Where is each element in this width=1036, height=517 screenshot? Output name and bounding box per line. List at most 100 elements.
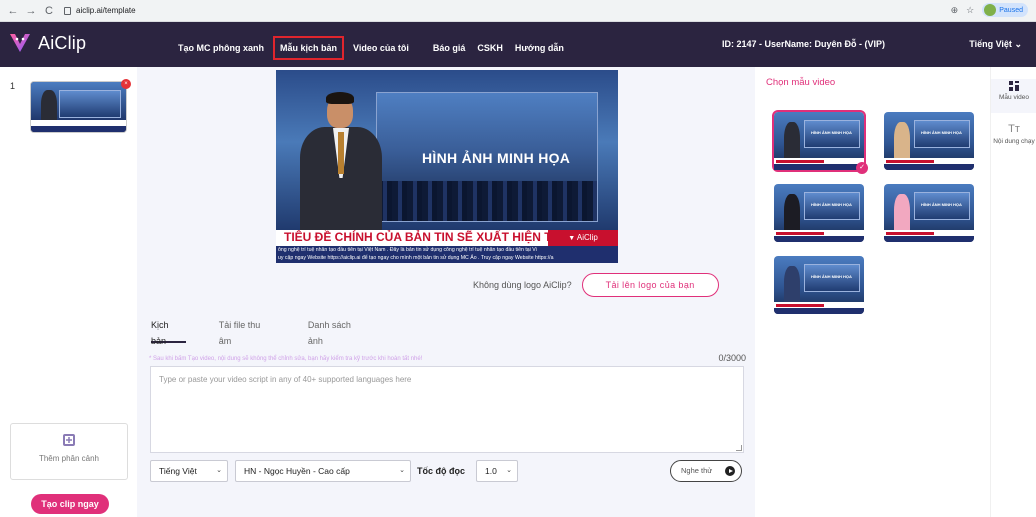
nav-bao-gia[interactable]: Báo giá bbox=[433, 43, 466, 53]
preview-brand: ▼ AiClip bbox=[548, 230, 618, 246]
chevron-down-icon: ⌄ bbox=[506, 467, 512, 474]
chevron-down-icon: ⌄ bbox=[216, 467, 222, 474]
template-thumbnail[interactable]: HÌNH ẢNH MINH HỌA bbox=[884, 184, 974, 242]
template-inset: HÌNH ẢNH MINH HỌA bbox=[914, 120, 970, 148]
forward-arrow-icon[interactable]: → bbox=[22, 5, 40, 17]
url-text: aiclip.ai/template bbox=[76, 6, 136, 15]
language-switcher[interactable]: Tiếng Việt ⌄ bbox=[969, 39, 1022, 50]
nav-mau-kich-ban[interactable]: Mẫu kịch bản bbox=[273, 36, 345, 60]
speed-label: Tốc độ đọc bbox=[417, 466, 465, 476]
template-presenter bbox=[894, 194, 910, 234]
preview-title: TIÊU ĐỀ CHÍNH CỦA BẢN TIN SẼ XUẤT HIỆN T… bbox=[284, 230, 593, 244]
preview-ticker: ông nghệ trí tuệ nhân tạo đầu tiên tại V… bbox=[276, 246, 618, 263]
rail-item-noi-dung-chay[interactable]: Tт Nội dung chạy bbox=[991, 121, 1036, 161]
voice-select[interactable]: HN - Ngọc Huyền - Cao cấp ⌄ bbox=[235, 460, 411, 482]
nav-tao-mc[interactable]: Tạo MC phông xanh bbox=[178, 43, 264, 53]
profile-button[interactable]: Paused bbox=[982, 3, 1028, 17]
address-bar[interactable]: aiclip.ai/template bbox=[64, 6, 136, 15]
chevron-down-icon: ⌄ bbox=[399, 467, 405, 474]
thumbnail-ticker bbox=[31, 126, 126, 132]
language-select[interactable]: Tiếng Việt ⌄ bbox=[150, 460, 228, 482]
speed-select-value: 1.0 bbox=[485, 466, 497, 476]
video-preview: HÌNH ẢNH MINH HỌA TIÊU ĐỀ CHÍNH CỦA BẢN … bbox=[276, 70, 618, 263]
template-presenter bbox=[784, 122, 800, 162]
tab-kich-ban[interactable]: Kịch bản bbox=[151, 317, 186, 346]
character-counter: 0/3000 bbox=[718, 353, 746, 363]
logo[interactable]: AiClip bbox=[8, 31, 86, 55]
presenter-tie bbox=[338, 132, 344, 174]
upload-logo-button[interactable]: Tải lên logo của bạn bbox=[581, 273, 719, 297]
rail-item-label: Mẫu video bbox=[999, 94, 1029, 101]
template-thumbnail[interactable]: HÌNH ẢNH MINH HỌA bbox=[774, 184, 864, 242]
reload-icon[interactable]: C bbox=[40, 5, 58, 17]
language-label: Tiếng Việt bbox=[969, 39, 1012, 49]
template-presenter bbox=[784, 266, 800, 306]
script-tabs: Kịch bản Tải file thu âm Danh sách ảnh bbox=[151, 317, 401, 346]
ticker-line-2: uy cập ngay Website https://aiclip.ai để… bbox=[278, 255, 554, 261]
voice-select-value: HN - Ngọc Huyền - Cao cấp bbox=[244, 466, 350, 476]
listen-button[interactable]: Nghe thử bbox=[670, 460, 742, 482]
template-presenter bbox=[894, 122, 910, 162]
side-rail: Mẫu video Tт Nội dung chạy bbox=[990, 67, 1036, 517]
template-thumbnail[interactable]: HÌNH ẢNH MINH HỌA bbox=[884, 112, 974, 170]
template-ticker bbox=[774, 236, 864, 242]
template-inset: HÌNH ẢNH MINH HỌA bbox=[804, 120, 860, 148]
voice-controls: Tiếng Việt ⌄ HN - Ngọc Huyền - Cao cấp ⌄… bbox=[150, 460, 744, 482]
template-thumbnail[interactable]: HÌNH ẢNH MINH HỌA bbox=[774, 256, 864, 314]
user-info: ID: 2147 - UserName: Duyên Đỗ - (VIP) bbox=[722, 39, 886, 49]
template-inset: HÌNH ẢNH MINH HỌA bbox=[804, 264, 860, 292]
avatar bbox=[984, 4, 997, 16]
ticker-line-1: ông nghệ trí tuệ nhân tạo đầu tiên tại V… bbox=[278, 247, 537, 253]
template-ticker bbox=[884, 236, 974, 242]
create-clip-button[interactable]: Tạo clip ngay bbox=[31, 494, 109, 514]
rail-item-label: Nội dung chạy bbox=[993, 138, 1035, 145]
presenter-hair bbox=[326, 92, 354, 104]
editor-main: HÌNH ẢNH MINH HỌA TIÊU ĐỀ CHÍNH CỦA BẢN … bbox=[137, 67, 755, 517]
rail-item-mau-video[interactable]: Mẫu video bbox=[991, 79, 1036, 113]
template-inset-label: HÌNH ẢNH MINH HỌA bbox=[921, 130, 962, 135]
back-arrow-icon[interactable]: ← bbox=[4, 5, 22, 17]
language-select-value: Tiếng Việt bbox=[159, 466, 197, 476]
tab-danh-sach-anh[interactable]: Danh sách ảnh bbox=[308, 317, 368, 346]
template-inset-label: HÌNH ẢNH MINH HỌA bbox=[921, 202, 962, 207]
template-inset: HÌNH ẢNH MINH HỌA bbox=[914, 192, 970, 220]
template-presenter bbox=[784, 194, 800, 234]
brand-logo-icon: ▼ bbox=[568, 235, 576, 242]
template-ticker bbox=[884, 164, 974, 170]
template-inset: HÌNH ẢNH MINH HỌA bbox=[804, 192, 860, 220]
script-placeholder: Type or paste your video script in any o… bbox=[159, 375, 412, 384]
template-inset-label: HÌNH ẢNH MINH HỌA bbox=[811, 202, 852, 207]
template-ticker bbox=[774, 164, 864, 170]
tab-tai-file-thu-am[interactable]: Tải file thu âm bbox=[219, 317, 275, 346]
template-inset-label: HÌNH ẢNH MINH HỌA bbox=[811, 274, 852, 279]
nav-cskh[interactable]: CSKH bbox=[477, 43, 503, 53]
browser-toolbar: ← → C aiclip.ai/template ⊕ ☆ Paused bbox=[0, 0, 1036, 22]
play-icon bbox=[725, 466, 735, 476]
star-icon[interactable]: ☆ bbox=[966, 5, 974, 16]
thumbnail-inset bbox=[59, 90, 121, 118]
template-inset-label: HÌNH ẢNH MINH HỌA bbox=[811, 130, 852, 135]
lock-icon bbox=[64, 6, 71, 15]
text-icon: Tт bbox=[1008, 123, 1020, 135]
app-header: AiClip Tạo MC phông xanh Mẫu kịch bản Vi… bbox=[0, 22, 1036, 67]
thumbnail-presenter bbox=[41, 90, 57, 124]
scene-thumbnail[interactable] bbox=[30, 81, 127, 133]
zoom-icon[interactable]: ⊕ bbox=[951, 5, 959, 16]
plus-icon bbox=[63, 434, 75, 446]
scene-number: 1 bbox=[10, 81, 16, 91]
speed-select[interactable]: 1.0 ⌄ bbox=[476, 460, 518, 482]
template-grid-icon bbox=[1009, 81, 1019, 91]
resize-handle-icon[interactable] bbox=[736, 445, 742, 451]
add-scene-label: Thêm phân cảnh bbox=[38, 454, 100, 463]
logo-hint: Không dùng logo AiClip? bbox=[473, 280, 572, 290]
template-thumbnail[interactable]: HÌNH ẢNH MINH HỌA ✓ bbox=[772, 110, 868, 174]
add-scene-button[interactable]: Thêm phân cảnh bbox=[10, 423, 128, 480]
delete-scene-icon[interactable]: × bbox=[121, 79, 131, 89]
template-panel: Chọn mẫu video HÌNH ẢNH MINH HỌA ✓ HÌNH ẢN… bbox=[755, 67, 990, 517]
script-input[interactable]: Type or paste your video script in any o… bbox=[150, 366, 744, 453]
template-ticker bbox=[774, 308, 864, 314]
nav-video-cua-toi[interactable]: Video của tôi bbox=[353, 43, 409, 53]
script-warning: * Sau khi bấm Tạo video, nội dung sẽ khô… bbox=[149, 356, 423, 362]
template-panel-title: Chọn mẫu video bbox=[766, 77, 836, 88]
nav-huong-dan[interactable]: Hướng dẫn bbox=[515, 43, 564, 53]
